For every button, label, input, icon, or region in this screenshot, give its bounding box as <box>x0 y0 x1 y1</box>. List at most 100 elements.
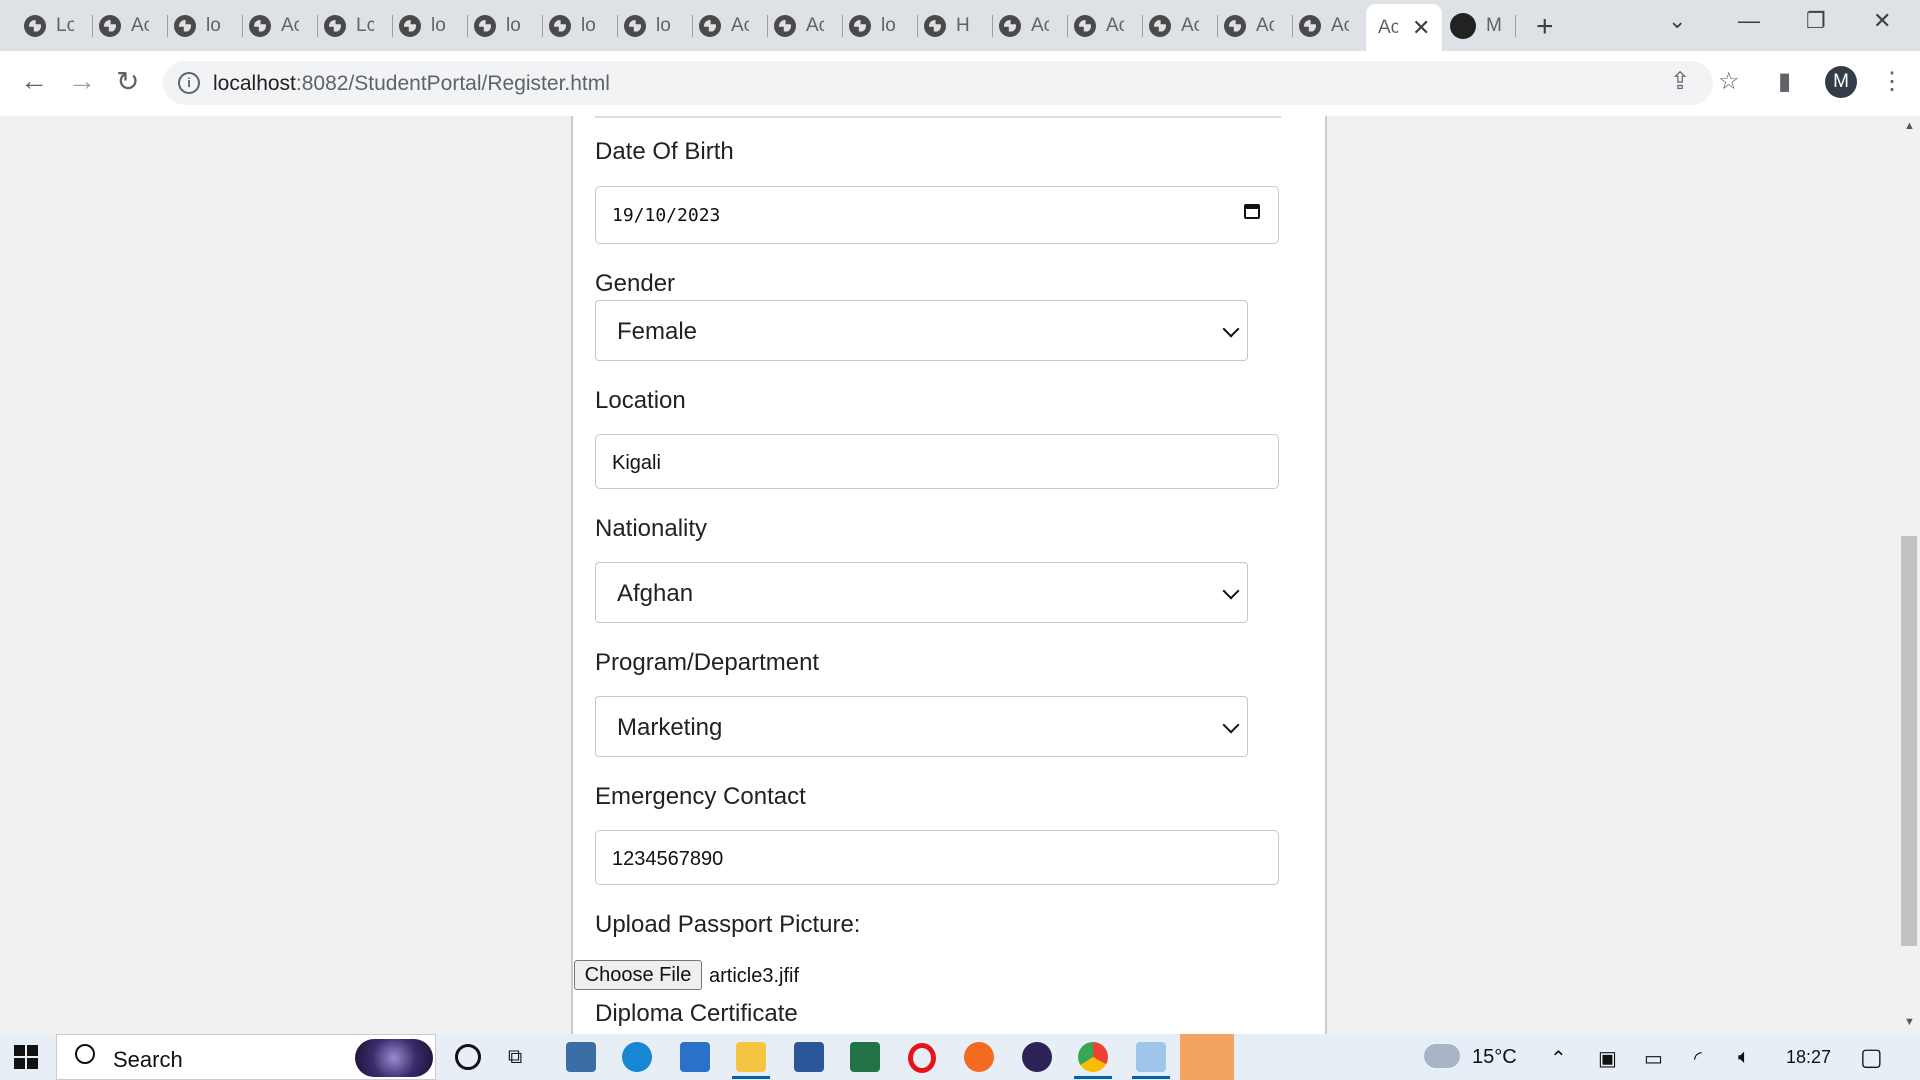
excel-icon[interactable] <box>850 1042 880 1072</box>
emergency-input[interactable]: 1234567890 <box>595 830 1279 885</box>
globe-icon <box>924 14 946 37</box>
globe-icon <box>399 14 421 37</box>
clock[interactable]: 18:27 <box>1786 1047 1831 1068</box>
notifications-icon[interactable]: ▢ <box>1860 1043 1883 1072</box>
store-icon[interactable] <box>566 1042 596 1072</box>
wifi-icon[interactable]: ◜ <box>1694 1046 1702 1071</box>
browser-tab[interactable]: Lc <box>318 9 393 42</box>
choose-file-button[interactable]: Choose File <box>574 960 702 990</box>
github-tab[interactable]: M <box>1446 9 1516 42</box>
globe-icon <box>249 14 271 37</box>
windows-start-icon[interactable] <box>14 1045 38 1069</box>
browser-tab[interactable]: lo <box>393 9 468 42</box>
browser-tab[interactable]: H <box>918 9 993 42</box>
browser-tab[interactable]: Ac <box>243 9 318 42</box>
volume-icon[interactable]: 🔈︎ <box>1738 1046 1750 1069</box>
menu-icon[interactable]: ⋮ <box>1880 67 1904 96</box>
battery-icon[interactable]: ▭ <box>1644 1046 1663 1071</box>
browser-tab[interactable]: lo <box>168 9 243 42</box>
scrollbar-thumb[interactable] <box>1901 536 1917 946</box>
forward-icon[interactable]: → <box>68 65 96 97</box>
cortana-icon[interactable] <box>455 1044 481 1070</box>
chrome-icon[interactable] <box>1078 1042 1108 1072</box>
profile-avatar[interactable]: M <box>1825 66 1857 98</box>
new-tab-button[interactable]: + <box>1536 10 1554 44</box>
show-hidden-icons-icon[interactable]: ⌃ <box>1550 1046 1567 1071</box>
chevron-down-icon <box>1222 582 1240 600</box>
register-form: Date Of Birth 19/10/2023 Gender Female L… <box>571 116 1327 1034</box>
browser-tab[interactable]: Ac <box>993 9 1068 42</box>
browser-tab[interactable]: Ac <box>768 9 843 42</box>
globe-icon <box>999 14 1021 37</box>
dob-label: Date Of Birth <box>595 138 734 165</box>
site-info-icon[interactable]: i <box>178 72 200 94</box>
diploma-label: Diploma Certificate <box>595 1000 798 1027</box>
globe-icon <box>624 14 646 37</box>
windows-taskbar: Search ⧉ 15°C ⌃ ▣ ▭ ◜ 🔈︎ 18:27 ▢ <box>0 1034 1920 1080</box>
browser-tab[interactable]: Ac <box>1068 9 1143 42</box>
globe-icon <box>1224 14 1246 37</box>
globe-icon <box>24 14 46 37</box>
word-icon[interactable] <box>794 1042 824 1072</box>
gender-select[interactable]: Female <box>595 300 1248 361</box>
globe-icon <box>1299 14 1321 37</box>
weather-cloud-icon <box>1424 1044 1460 1068</box>
page-viewport: Date Of Birth 19/10/2023 Gender Female L… <box>0 116 1898 1034</box>
gender-label: Gender <box>595 270 676 297</box>
browser-tab[interactable]: lo <box>468 9 543 42</box>
location-label: Location <box>595 387 686 414</box>
globe-icon <box>1149 14 1171 37</box>
browser-tab[interactable]: lo <box>618 9 693 42</box>
scroll-down-icon[interactable]: ▼ <box>1904 1016 1915 1028</box>
tab-search-icon[interactable]: ⌄ <box>1668 8 1686 34</box>
globe-icon <box>774 14 796 37</box>
chevron-down-icon <box>1222 320 1240 338</box>
globe-icon <box>174 14 196 37</box>
search-icon <box>75 1044 95 1064</box>
close-window-icon[interactable]: ✕ <box>1873 8 1891 34</box>
page-scrollbar[interactable]: ▲ ▼ <box>1898 116 1920 1034</box>
postman-icon[interactable] <box>964 1042 994 1072</box>
browser-tab[interactable]: Lo <box>18 9 93 42</box>
location-input[interactable]: Kigali <box>595 434 1279 489</box>
scroll-up-icon[interactable]: ▲ <box>1904 120 1915 132</box>
eclipse-icon[interactable] <box>1022 1042 1052 1072</box>
opera-icon[interactable] <box>908 1043 936 1073</box>
edge-icon[interactable] <box>622 1042 652 1072</box>
notepad-icon[interactable] <box>1136 1042 1166 1072</box>
file-explorer-icon[interactable] <box>736 1042 766 1072</box>
browser-tab[interactable]: Ac <box>1293 9 1368 42</box>
browser-tab[interactable]: Ac <box>1143 9 1218 42</box>
browser-toolbar: ← → ↻ i localhost:8082/StudentPortal/Reg… <box>0 51 1920 117</box>
reload-icon[interactable]: ↻ <box>116 65 139 98</box>
calendar-icon[interactable] <box>1244 204 1260 219</box>
minimize-icon[interactable]: — <box>1738 8 1760 34</box>
intellij-icon[interactable] <box>1180 1034 1234 1080</box>
task-view-icon[interactable]: ⧉ <box>508 1046 522 1069</box>
url-text[interactable]: localhost:8082/StudentPortal/Register.ht… <box>213 72 610 96</box>
active-tab[interactable]: Ac ✕ <box>1366 4 1442 51</box>
browser-tab[interactable]: Ac <box>693 9 768 42</box>
nationality-select[interactable]: Afghan <box>595 562 1248 623</box>
meet-now-icon[interactable]: ▣ <box>1598 1046 1617 1071</box>
bookmark-star-icon[interactable]: ☆ <box>1718 67 1740 96</box>
browser-tab[interactable]: Ac <box>1218 9 1293 42</box>
browser-tab[interactable]: lo <box>843 9 918 42</box>
taskbar-search[interactable]: Search <box>56 1034 436 1080</box>
back-icon[interactable]: ← <box>20 65 48 97</box>
side-panel-icon[interactable]: ▮ <box>1778 67 1791 96</box>
dob-input[interactable]: 19/10/2023 <box>595 186 1279 244</box>
browser-tab[interactable]: Ac <box>93 9 168 42</box>
globe-icon <box>324 14 346 37</box>
mail-icon[interactable] <box>680 1042 710 1072</box>
tab-strip: Lo Ac lo Ac Lc lo lo lo lo Ac Ac lo H Ac… <box>0 0 1920 51</box>
program-select[interactable]: Marketing <box>595 696 1248 757</box>
github-icon <box>1450 12 1476 39</box>
weather-temp[interactable]: 15°C <box>1472 1046 1517 1069</box>
address-bar[interactable]: i localhost:8082/StudentPortal/Register.… <box>163 61 1713 105</box>
browser-tab[interactable]: lo <box>543 9 618 42</box>
close-tab-icon[interactable]: ✕ <box>1412 15 1430 41</box>
restore-icon[interactable]: ❐ <box>1806 8 1826 34</box>
share-icon[interactable]: ⇪ <box>1670 67 1690 96</box>
nationality-label: Nationality <box>595 515 708 542</box>
